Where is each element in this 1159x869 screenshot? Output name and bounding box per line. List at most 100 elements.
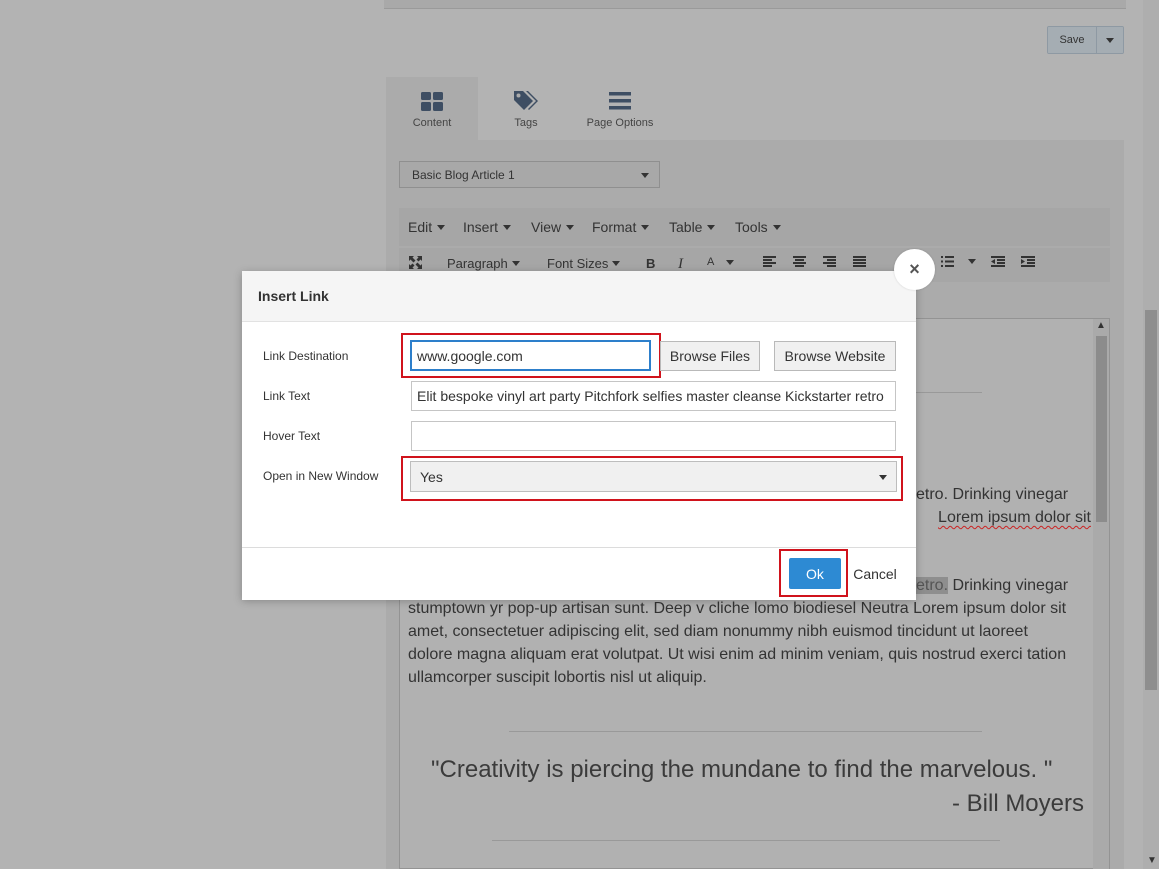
link-destination-input[interactable]: www.google.com xyxy=(410,340,651,371)
browse-website-button[interactable]: Browse Website xyxy=(774,341,896,371)
menu-format[interactable]: Format xyxy=(592,219,650,235)
paragraph-2-line-5: ullamcorper suscipit lobortis nisl ut al… xyxy=(408,669,707,686)
paragraph-1-line-2-tail: Lorem ipsum dolor sit xyxy=(916,506,1091,529)
browse-files-button[interactable]: Browse Files xyxy=(660,341,760,371)
font-sizes-label: Font Sizes xyxy=(547,256,609,271)
align-right-button[interactable] xyxy=(823,256,836,267)
tab-label: Page Options xyxy=(586,117,654,129)
caret-down-icon xyxy=(879,475,887,480)
dialog-footer: Ok Cancel xyxy=(242,547,916,600)
open-new-window-value: Yes xyxy=(420,468,443,485)
align-center-button[interactable] xyxy=(793,256,806,267)
dialog-header: Insert Link xyxy=(242,271,916,322)
menu-label: View xyxy=(531,219,562,235)
caret-down-icon xyxy=(707,224,716,230)
caret-down-icon xyxy=(566,224,575,230)
hover-text-label: Hover Text xyxy=(263,429,321,443)
menu-label: Format xyxy=(592,219,637,235)
tab-content[interactable]: Content xyxy=(386,77,478,140)
selected-text: etro. xyxy=(916,577,949,594)
grid-icon xyxy=(421,90,443,112)
align-center-icon xyxy=(793,256,806,267)
caret-down-icon xyxy=(641,173,649,178)
divider xyxy=(492,840,1000,841)
caret-down-icon xyxy=(726,259,735,265)
menu-view[interactable]: View xyxy=(531,219,575,235)
menu-label: Table xyxy=(669,219,703,235)
open-new-window-label: Open in New Window xyxy=(263,469,379,483)
blockquote-text: "Creativity is piercing the mundane to f… xyxy=(431,756,1053,783)
fullscreen-icon xyxy=(409,256,422,269)
tab-tags[interactable]: Tags xyxy=(480,77,572,140)
editor-scroll-thumb[interactable] xyxy=(1096,336,1107,522)
outdent-icon xyxy=(991,256,1005,267)
tags-icon xyxy=(513,90,539,112)
caret-down-icon xyxy=(1106,37,1114,43)
insert-link-dialog: Insert Link Link Destination www.google.… xyxy=(242,271,916,600)
divider xyxy=(509,731,982,732)
block-format-label: Paragraph xyxy=(447,256,508,271)
caret-down-icon xyxy=(772,224,781,230)
paragraph-2-line-3: amet, consectetuer adipiscing elit, sed … xyxy=(408,623,1028,640)
caret-down-icon xyxy=(968,259,976,264)
hover-text-input[interactable] xyxy=(411,421,896,451)
scroll-up-icon[interactable]: ▲ xyxy=(1096,320,1106,331)
paragraph-2-line-1-tail: etro. Drinking vinegar xyxy=(916,574,1068,597)
caret-down-icon xyxy=(437,224,446,230)
dialog-title: Insert Link xyxy=(258,288,329,304)
indent-icon xyxy=(1021,256,1035,267)
numbered-list-button[interactable] xyxy=(941,256,976,267)
menu-label: Tools xyxy=(735,219,768,235)
paragraph-2-line-2: stumptown yr pop-up artisan sunt. Deep v… xyxy=(408,600,1067,617)
caret-down-icon xyxy=(612,261,621,266)
outdent-button[interactable] xyxy=(991,256,1005,267)
close-dialog-button[interactable]: × xyxy=(894,249,935,290)
blockquote-author: - Bill Moyers xyxy=(951,790,1084,817)
open-new-window-select[interactable]: Yes xyxy=(410,461,897,492)
caret-down-icon xyxy=(503,224,512,230)
ok-button[interactable]: Ok xyxy=(789,558,841,589)
numbered-list-icon xyxy=(941,256,954,267)
tab-label: Tags xyxy=(514,117,538,129)
paragraph-1-line-1-tail: etro. Drinking vinegar xyxy=(916,486,1069,503)
link-destination-label: Link Destination xyxy=(263,349,349,363)
font-color-button[interactable]: A xyxy=(707,256,735,268)
caret-down-icon xyxy=(641,224,650,230)
align-justify-icon xyxy=(853,256,866,267)
save-button-group: Save xyxy=(1047,26,1124,54)
scroll-down-icon[interactable]: ▼ xyxy=(1147,855,1157,866)
align-justify-button[interactable] xyxy=(853,256,866,267)
tab-page-options[interactable]: Page Options xyxy=(574,77,666,140)
align-left-icon xyxy=(763,256,776,267)
page-scroll-thumb[interactable] xyxy=(1145,310,1157,690)
save-button[interactable]: Save xyxy=(1048,27,1096,53)
link-text-input[interactable]: Elit bespoke vinyl art party Pitchfork s… xyxy=(411,381,896,411)
menu-edit[interactable]: Edit xyxy=(408,219,446,235)
font-sizes-dropdown[interactable]: Font Sizes xyxy=(547,256,621,271)
caret-down-icon xyxy=(511,261,520,266)
save-options-dropdown[interactable] xyxy=(1096,27,1123,53)
menu-table[interactable]: Table xyxy=(669,219,716,235)
fullscreen-button[interactable] xyxy=(409,256,422,269)
menu-icon xyxy=(609,90,631,112)
menu-label: Edit xyxy=(408,219,433,235)
close-icon: × xyxy=(909,259,920,279)
align-left-button[interactable] xyxy=(763,256,776,267)
text-fragment: Drinking vinegar xyxy=(948,577,1069,594)
cancel-button[interactable]: Cancel xyxy=(849,558,901,589)
paragraph-2-line-4: dolore magna aliquam erat volutpat. Ut w… xyxy=(408,646,1067,663)
link-text-label: Link Text xyxy=(263,389,311,403)
menu-label: Insert xyxy=(463,219,499,235)
bold-label: B xyxy=(646,256,656,271)
align-right-icon xyxy=(823,256,836,267)
template-select-value: Basic Blog Article 1 xyxy=(412,167,515,182)
template-select[interactable]: Basic Blog Article 1 xyxy=(399,161,660,188)
menu-insert[interactable]: Insert xyxy=(463,219,512,235)
block-format-dropdown[interactable]: Paragraph xyxy=(447,256,520,271)
bold-button[interactable]: B xyxy=(646,256,655,271)
menu-tools[interactable]: Tools xyxy=(735,219,781,235)
font-color-label: A xyxy=(707,256,715,268)
indent-button[interactable] xyxy=(1021,256,1035,267)
top-strip xyxy=(384,0,1126,9)
text-fragment: Lorem ipsum dolor sit xyxy=(938,509,1091,526)
